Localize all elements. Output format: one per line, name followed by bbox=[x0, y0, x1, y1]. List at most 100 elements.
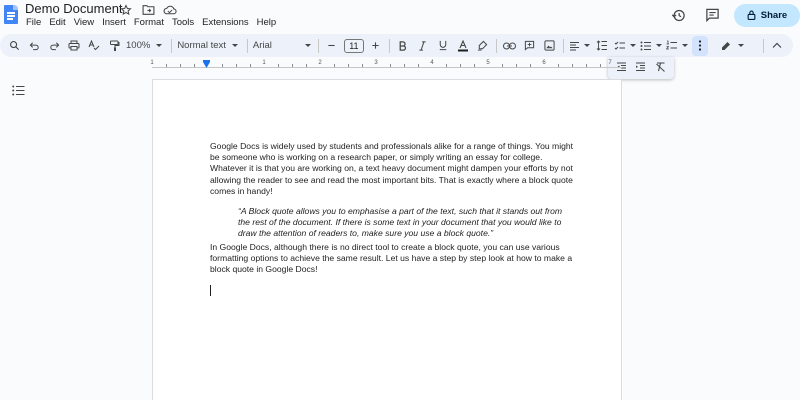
app-header: Demo Document File Edit View Insert Form… bbox=[0, 0, 800, 34]
star-icon[interactable] bbox=[119, 3, 133, 17]
zoom-select[interactable]: 100% bbox=[126, 40, 163, 51]
italic-icon[interactable] bbox=[415, 36, 431, 56]
toolbar-divider bbox=[562, 38, 564, 53]
bulleted-list-icon bbox=[640, 41, 651, 50]
style-value: Normal text bbox=[177, 40, 226, 51]
decrease-font-size-icon[interactable] bbox=[324, 36, 340, 56]
ruler-tick bbox=[222, 64, 223, 67]
ruler-tick bbox=[502, 64, 503, 67]
ruler-tick bbox=[390, 64, 391, 67]
font-size-input[interactable]: 11 bbox=[343, 38, 364, 53]
document-title[interactable]: Demo Document bbox=[25, 1, 123, 16]
ruler-baseline bbox=[152, 67, 622, 68]
ruler-tick bbox=[362, 64, 363, 67]
history-icon[interactable] bbox=[666, 3, 690, 27]
clear-formatting-icon[interactable] bbox=[655, 59, 666, 77]
ruler-tick bbox=[236, 64, 237, 67]
document-outline-icon[interactable] bbox=[12, 83, 26, 96]
bold-icon[interactable] bbox=[395, 36, 411, 56]
editing-mode-icon bbox=[722, 41, 730, 50]
header-actions: Share bbox=[666, 3, 800, 27]
redo-icon[interactable] bbox=[46, 36, 62, 56]
menu-insert[interactable]: Insert bbox=[102, 17, 131, 29]
text-color-icon[interactable] bbox=[455, 36, 471, 56]
ruler-number: 1 bbox=[262, 60, 266, 66]
style-select[interactable]: Normal text bbox=[177, 40, 238, 51]
link-icon[interactable] bbox=[502, 36, 518, 56]
menu-extensions[interactable]: Extensions bbox=[202, 17, 253, 29]
menu-format[interactable]: Format bbox=[134, 17, 169, 29]
move-folder-icon[interactable] bbox=[141, 3, 155, 17]
ruler-tick bbox=[572, 64, 573, 67]
align-left-icon bbox=[569, 41, 579, 51]
underline-icon[interactable] bbox=[435, 36, 451, 56]
block-quote[interactable]: “A Block quote allows you to emphasise a… bbox=[238, 206, 573, 240]
ruler-tick bbox=[558, 64, 559, 67]
chevron-down-icon bbox=[738, 44, 744, 47]
menu-view[interactable]: View bbox=[74, 17, 99, 29]
docs-logo-icon[interactable] bbox=[4, 5, 18, 24]
font-value: Arial bbox=[252, 40, 272, 51]
editing-mode-select[interactable] bbox=[720, 36, 744, 56]
text-cursor bbox=[210, 285, 211, 296]
menu-file[interactable]: File bbox=[26, 17, 46, 29]
numbered-list-icon bbox=[665, 40, 677, 50]
ruler-tick bbox=[474, 64, 475, 67]
menu-edit[interactable]: Edit bbox=[49, 17, 70, 29]
ruler-number: 6 bbox=[542, 60, 546, 66]
increase-indent-icon[interactable] bbox=[635, 59, 646, 77]
ruler-tick bbox=[460, 64, 461, 67]
ruler-tick bbox=[348, 64, 349, 67]
ruler-tick bbox=[530, 64, 531, 67]
collapse-icon[interactable] bbox=[769, 36, 785, 56]
ruler-tick bbox=[180, 64, 181, 67]
body-paragraph[interactable]: Google Docs is widely used by students a… bbox=[210, 141, 575, 197]
first-line-indent-marker[interactable] bbox=[203, 60, 210, 62]
ruler-number: 2 bbox=[318, 60, 322, 66]
ruler-tick bbox=[446, 64, 447, 67]
more-icon[interactable] bbox=[691, 35, 708, 56]
line-spacing-icon[interactable] bbox=[594, 36, 610, 56]
menu-bar: File Edit View Insert Format Tools Exten… bbox=[26, 17, 284, 29]
ruler-number: 3 bbox=[374, 60, 378, 66]
document-page[interactable]: Google Docs is widely used by students a… bbox=[152, 79, 622, 400]
menu-tools[interactable]: Tools bbox=[172, 17, 199, 29]
body-paragraph[interactable]: In Google Docs, although there is no dir… bbox=[210, 242, 575, 276]
spellcheck-icon[interactable] bbox=[86, 36, 102, 56]
share-button[interactable]: Share bbox=[734, 3, 800, 27]
toolbar: 100% Normal text Arial 11 bbox=[0, 34, 793, 57]
toolbar-divider bbox=[246, 38, 248, 53]
highlight-icon[interactable] bbox=[475, 36, 491, 56]
search-icon[interactable] bbox=[6, 36, 22, 56]
paint-format-icon[interactable] bbox=[106, 36, 122, 56]
undo-icon[interactable] bbox=[26, 36, 42, 56]
horizontal-ruler[interactable]: 1 1 2 3 4 5 6 7 bbox=[150, 59, 622, 71]
ruler-tick bbox=[516, 64, 517, 67]
ruler-tick bbox=[334, 64, 335, 67]
menu-help[interactable]: Help bbox=[257, 17, 282, 29]
share-label: Share bbox=[760, 9, 788, 21]
chevron-down-icon bbox=[681, 44, 688, 47]
print-icon[interactable] bbox=[66, 36, 82, 56]
increase-font-size-icon[interactable] bbox=[368, 36, 384, 56]
numbered-list-select[interactable] bbox=[665, 36, 688, 56]
cloud-saved-icon[interactable] bbox=[163, 3, 177, 17]
chevron-down-icon bbox=[655, 44, 662, 47]
ruler-tick bbox=[166, 64, 167, 67]
align-select[interactable] bbox=[569, 36, 590, 56]
ruler-tick bbox=[292, 64, 293, 67]
image-icon[interactable] bbox=[542, 36, 558, 56]
ruler-tick bbox=[404, 64, 405, 67]
toolbar-divider bbox=[171, 38, 173, 53]
ruler-tick bbox=[194, 64, 195, 67]
chevron-down-icon bbox=[156, 44, 163, 47]
toolbar-divider bbox=[495, 38, 497, 53]
comment-icon[interactable] bbox=[522, 36, 538, 56]
checklist-select[interactable] bbox=[614, 36, 636, 56]
toolbar-divider bbox=[388, 38, 390, 53]
comments-icon[interactable] bbox=[700, 3, 724, 27]
toolbar-divider bbox=[317, 38, 319, 53]
bulleted-list-select[interactable] bbox=[640, 36, 662, 56]
chevron-down-icon bbox=[304, 44, 311, 47]
font-select[interactable]: Arial bbox=[253, 40, 311, 51]
